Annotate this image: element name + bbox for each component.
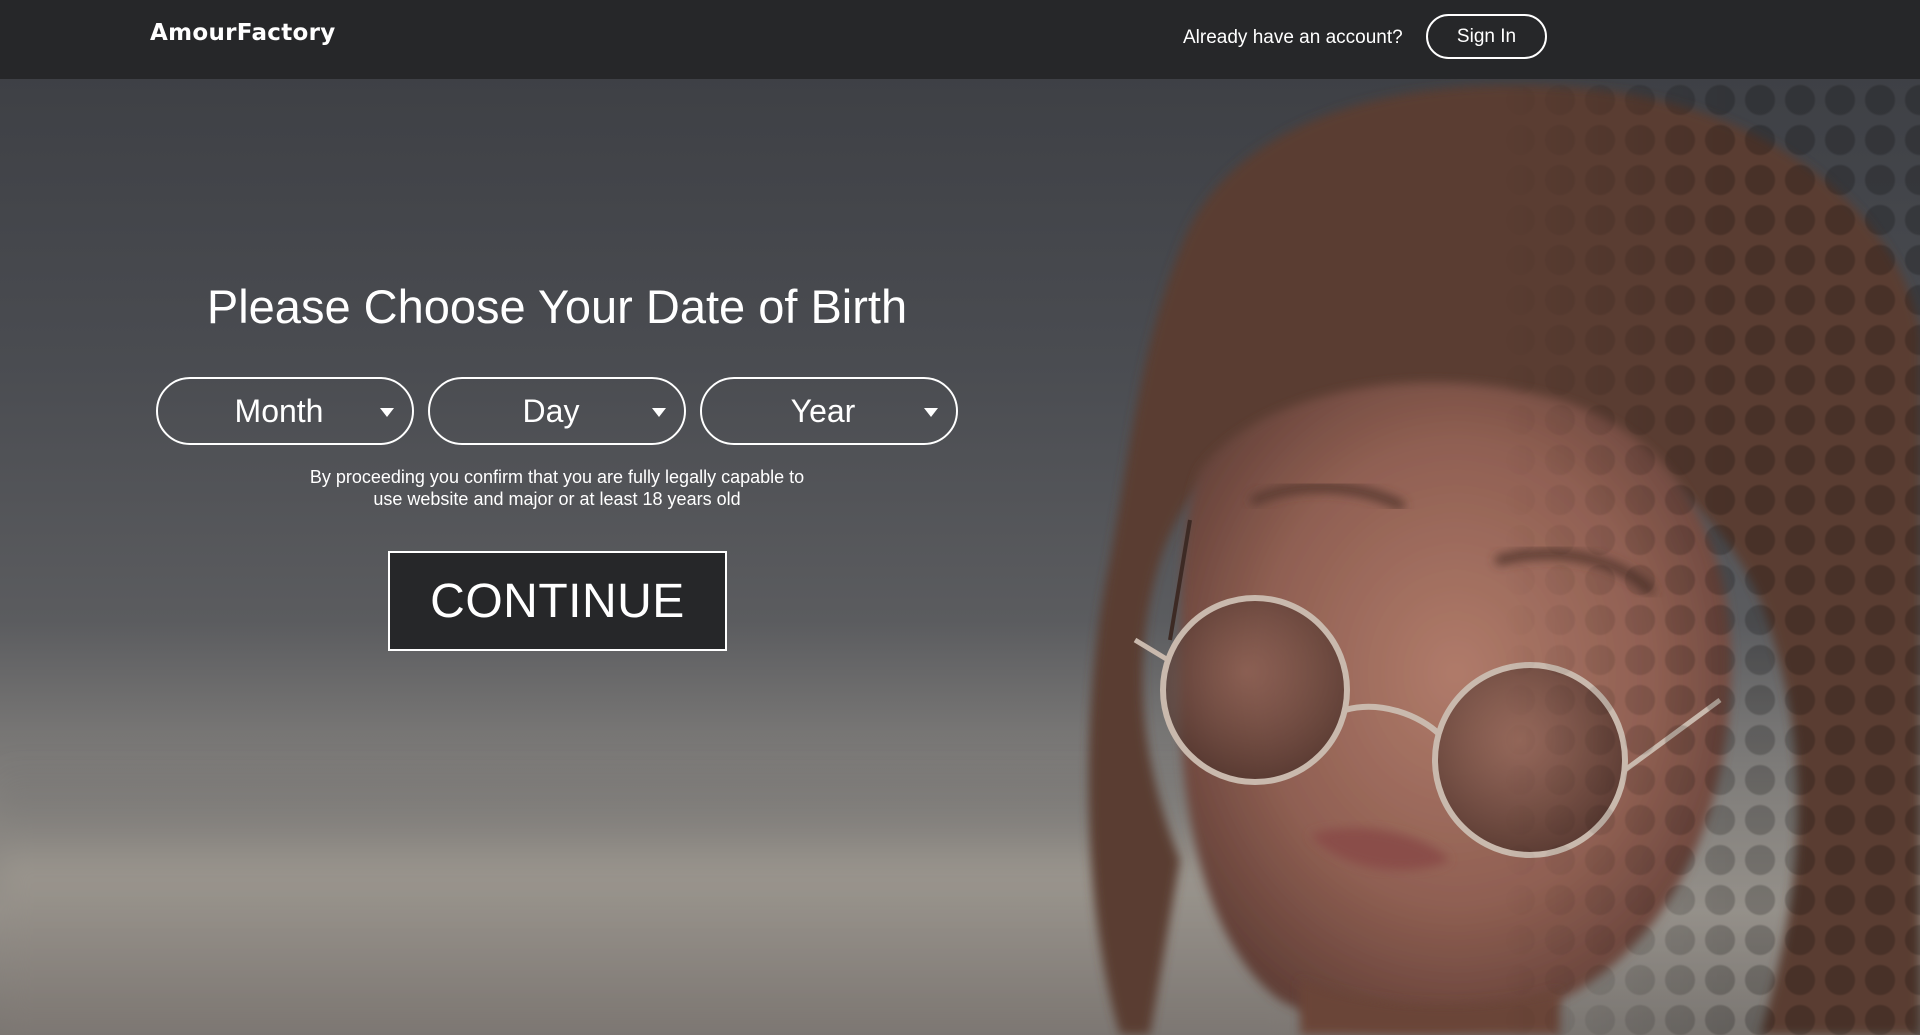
sign-in-button[interactable]: Sign In xyxy=(1426,14,1547,59)
account-prompt-text: Already have an account? xyxy=(1183,27,1403,48)
disclaimer-line-1: By proceeding you confirm that you are f… xyxy=(309,467,805,487)
month-select-value: Month xyxy=(234,392,324,429)
year-select[interactable]: Year xyxy=(700,377,958,445)
caret-down-icon xyxy=(380,408,394,417)
day-select-value: Day xyxy=(522,392,580,429)
month-select[interactable]: Month xyxy=(156,377,414,445)
year-select-value: Year xyxy=(790,392,856,429)
signup-page: AmourFactory Already have an account? Si… xyxy=(0,0,1920,1035)
continue-button[interactable]: CONTINUE xyxy=(388,551,727,651)
date-of-birth-selects: Month Day Year xyxy=(156,377,958,445)
disclaimer-line-2: use website and major or at least 18 yea… xyxy=(373,489,741,509)
top-navigation-bar: AmourFactory Already have an account? Si… xyxy=(0,0,1920,79)
age-disclaimer: By proceeding you confirm that you are f… xyxy=(156,466,958,510)
page-title: Please Choose Your Date of Birth xyxy=(206,280,908,333)
caret-down-icon xyxy=(924,408,938,417)
day-select[interactable]: Day xyxy=(428,377,686,445)
dotted-grid-overlay xyxy=(1500,80,1920,1035)
caret-down-icon xyxy=(652,408,666,417)
brand-logo[interactable]: AmourFactory xyxy=(150,20,336,46)
